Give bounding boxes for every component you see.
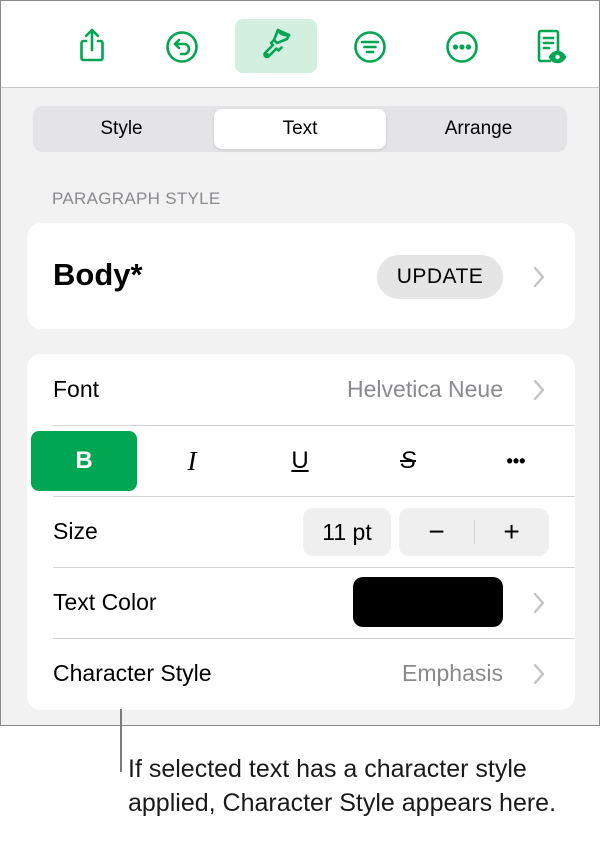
share-icon [80,28,104,62]
reading-view-button[interactable] [507,19,589,73]
undo-button[interactable] [141,19,223,73]
tab-bar: Style Text Arrange [33,106,567,152]
update-style-button[interactable]: UPDATE [377,255,503,299]
more-button[interactable] [421,19,503,73]
underline-button[interactable]: U [247,431,353,491]
font-value: Helvetica Neue [347,376,503,402]
text-settings-card: Font Helvetica Neue B I U S ••• Size 11 … [27,354,575,710]
paragraph-style-heading: PARAGRAPH STYLE [52,189,221,208]
text-color-swatch[interactable] [353,577,503,627]
chevron-right-icon [533,266,545,288]
tab-style[interactable]: Style [36,109,207,149]
callout-line [120,709,122,772]
paragraph-style-row[interactable]: Body* UPDATE [27,223,575,329]
filter-lines-icon [354,31,386,63]
document-setup-button[interactable] [329,19,411,73]
callout-text: If selected text has a character style a… [128,755,557,817]
character-style-row[interactable]: Character Style Emphasis [27,638,575,708]
format-button[interactable] [235,19,317,73]
italic-button[interactable]: I [139,431,245,491]
character-style-label: Character Style [53,660,212,686]
text-color-label: Text Color [53,589,157,615]
document-eye-icon [537,29,567,64]
format-panel: Style Text Arrange PARAGRAPH STYLE Body*… [0,0,600,726]
divider [53,425,575,426]
font-label: Font [53,376,100,402]
ellipsis-circle-icon [446,31,478,63]
font-size-stepper: − + [399,508,549,556]
increase-size-button[interactable]: + [474,508,549,556]
tab-arrange[interactable]: Arrange [393,109,564,149]
paragraph-style-name: Body* [53,257,143,292]
chevron-right-icon [533,663,545,685]
chevron-right-icon [533,379,545,401]
toolbar [1,1,599,88]
chevron-right-icon [533,592,545,614]
strikethrough-button[interactable]: S [355,431,461,491]
paintbrush-icon [263,28,291,59]
text-color-row[interactable]: Text Color [27,567,575,637]
size-label: Size [53,518,98,544]
size-row: Size 11 pt − + [27,496,575,566]
text-format-buttons: B I U S ••• [31,431,571,491]
more-text-options-button[interactable]: ••• [463,431,569,491]
decrease-size-button[interactable]: − [399,508,474,556]
bold-button[interactable]: B [31,431,137,491]
character-style-value: Emphasis [402,660,503,686]
undo-icon [166,31,198,63]
tab-text[interactable]: Text [214,109,386,149]
font-size-value[interactable]: 11 pt [303,508,391,556]
share-button[interactable] [51,19,133,73]
font-row[interactable]: Font Helvetica Neue [27,354,575,424]
